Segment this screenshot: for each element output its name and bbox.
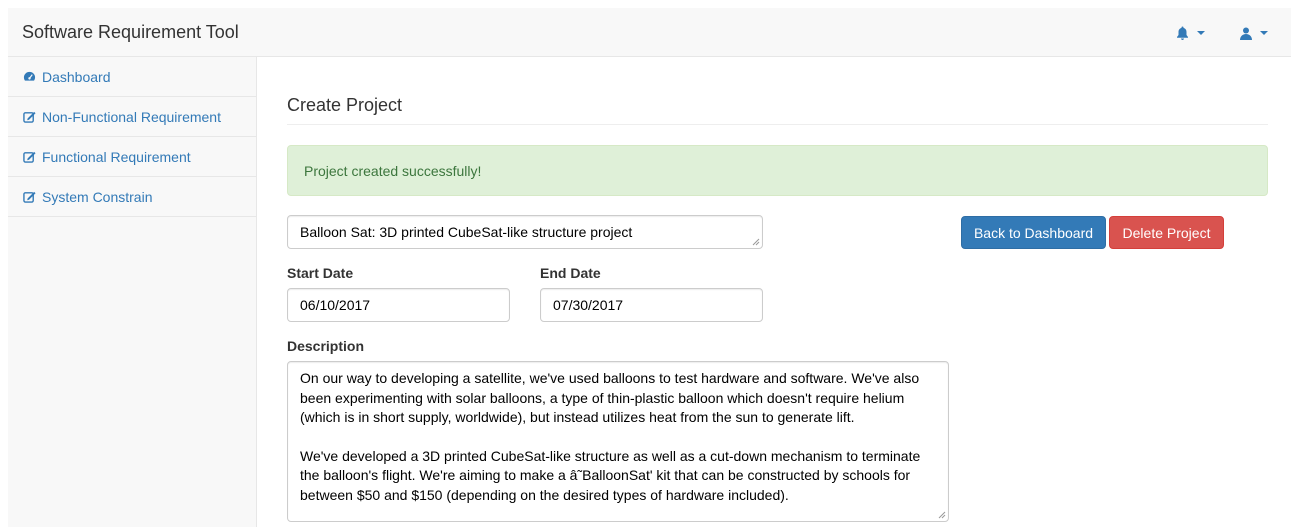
description-paragraph: On our way to developing a satellite, we… bbox=[300, 370, 920, 425]
sidebar-item-dashboard[interactable]: Dashboard bbox=[8, 57, 256, 97]
sidebar-item-label: Dashboard bbox=[42, 68, 111, 85]
sidebar-item-label: Non-Functional Requirement bbox=[42, 108, 221, 125]
project-name-field[interactable]: Balloon Sat: 3D printed CubeSat-like str… bbox=[287, 215, 763, 249]
chevron-down-icon bbox=[1197, 31, 1205, 35]
delete-project-button[interactable]: Delete Project bbox=[1109, 216, 1224, 249]
sidebar: Dashboard Non-Functional Requirement Fun… bbox=[8, 57, 257, 527]
dashboard-icon bbox=[23, 71, 36, 81]
sidebar-item-system-constrain[interactable]: System Constrain bbox=[8, 177, 256, 217]
sidebar-item-label: Functional Requirement bbox=[42, 148, 191, 165]
description-paragraph: We've developed a 3D printed CubeSat-lik… bbox=[300, 447, 921, 503]
end-date-field[interactable]: 07/30/2017 bbox=[540, 288, 763, 322]
edit-icon bbox=[23, 111, 36, 123]
sidebar-item-functional-requirement[interactable]: Functional Requirement bbox=[8, 137, 256, 177]
description-label: Description bbox=[287, 338, 365, 354]
edit-icon bbox=[23, 191, 36, 203]
divider bbox=[287, 124, 1268, 125]
start-date-label: Start Date bbox=[287, 265, 354, 281]
start-date-field[interactable]: 06/10/2017 bbox=[287, 288, 510, 322]
resize-handle-icon[interactable] bbox=[938, 511, 946, 519]
sidebar-item-non-functional-requirement[interactable]: Non-Functional Requirement bbox=[8, 97, 256, 137]
resize-handle-icon[interactable] bbox=[752, 238, 760, 246]
bell-icon bbox=[1177, 26, 1188, 40]
project-name-value: Balloon Sat: 3D printed CubeSat-like str… bbox=[300, 224, 633, 240]
user-icon bbox=[1240, 27, 1252, 40]
back-to-dashboard-button[interactable]: Back to Dashboard bbox=[961, 216, 1106, 249]
app-title[interactable]: Software Requirement Tool bbox=[22, 22, 239, 43]
success-alert: Project created successfully! bbox=[287, 145, 1268, 196]
start-date-value: 06/10/2017 bbox=[300, 297, 371, 313]
alert-text: Project created successfully! bbox=[304, 162, 482, 179]
notifications-dropdown[interactable] bbox=[1176, 25, 1205, 41]
user-dropdown[interactable] bbox=[1240, 25, 1268, 41]
edit-icon bbox=[23, 151, 36, 163]
page-title: Create Project bbox=[287, 95, 403, 115]
chevron-down-icon bbox=[1260, 31, 1268, 35]
description-field[interactable]: On our way to developing a satellite, we… bbox=[287, 361, 949, 522]
top-navbar: Software Requirement Tool bbox=[8, 8, 1291, 57]
end-date-label: End Date bbox=[540, 265, 601, 281]
sidebar-item-label: System Constrain bbox=[42, 188, 153, 205]
end-date-value: 07/30/2017 bbox=[553, 297, 624, 313]
